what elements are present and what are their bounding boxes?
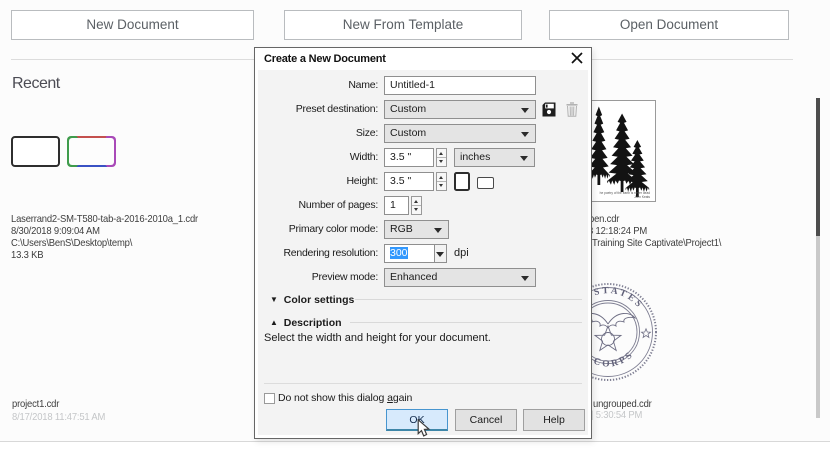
svg-text:John Keats: John Keats [634,195,650,199]
